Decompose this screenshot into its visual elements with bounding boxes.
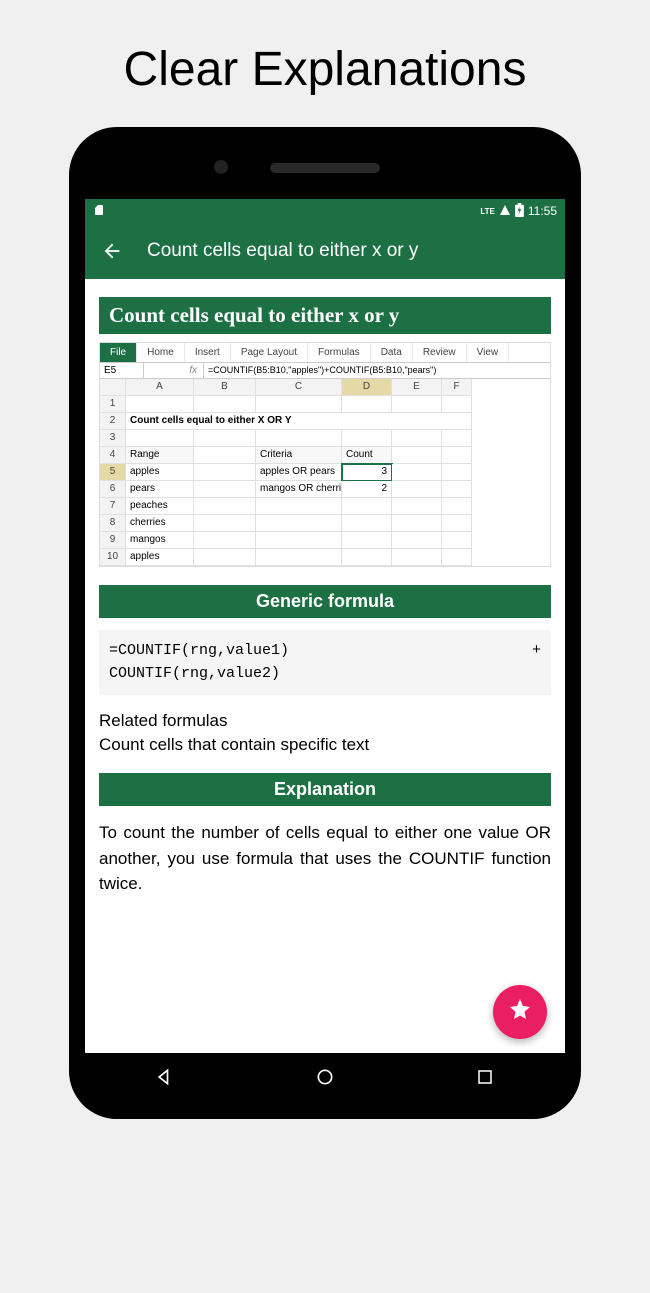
col-e: E — [392, 379, 442, 396]
row-1: 1 — [100, 396, 126, 413]
row-9: 9 — [100, 532, 126, 549]
count-0: 3 — [342, 464, 392, 481]
excel-screenshot: File Home Insert Page Layout Formulas Da… — [99, 342, 551, 567]
ribbon-tab-insert: Insert — [185, 343, 231, 362]
row-3: 3 — [100, 430, 126, 447]
corner-cell — [100, 379, 126, 396]
page-heading: Clear Explanations — [0, 0, 650, 127]
ribbon-tab-home: Home — [137, 343, 185, 362]
content-area[interactable]: Count cells equal to either x or y File … — [85, 279, 565, 1053]
row-10: 10 — [100, 549, 126, 566]
generic-formula-header: Generic formula — [99, 585, 551, 618]
criteria-header: Criteria — [256, 447, 342, 464]
sd-card-icon — [93, 204, 105, 219]
col-b: B — [194, 379, 256, 396]
code-line-1: =COUNTIF(rng,value1) — [109, 642, 289, 659]
ribbon-tabs: File Home Insert Page Layout Formulas Da… — [100, 343, 550, 362]
col-d: D — [342, 379, 392, 396]
status-bar: LTE 11:55 — [85, 199, 565, 223]
nav-home-button[interactable] — [313, 1065, 337, 1089]
battery-icon — [515, 203, 524, 220]
ribbon-tab-file: File — [100, 343, 137, 362]
phone-speaker — [270, 163, 380, 173]
phone-frame: LTE 11:55 Count cells equal to either x … — [69, 127, 581, 1119]
nav-back-button[interactable] — [153, 1065, 177, 1089]
sheet-caption: Count cells equal to either X OR Y — [126, 413, 472, 430]
app-bar: Count cells equal to either x or y — [85, 223, 565, 279]
fx-label: fx — [144, 363, 204, 378]
col-f: F — [442, 379, 472, 396]
ribbon-tab-formulas: Formulas — [308, 343, 371, 362]
range-header: Range — [126, 447, 194, 464]
formula-bar: E5 fx =COUNTIF(B5:B10,"apples")+COUNTIF(… — [100, 362, 550, 379]
range-val-0: apples — [126, 464, 194, 481]
ribbon-tab-data: Data — [371, 343, 413, 362]
row-2: 2 — [100, 413, 126, 430]
col-a: A — [126, 379, 194, 396]
count-header: Count — [342, 447, 392, 464]
related-link[interactable]: Count cells that contain specific text — [99, 735, 551, 755]
star-icon — [508, 997, 532, 1028]
code-block: =COUNTIF(rng,value1) COUNTIF(rng,value2)… — [99, 630, 551, 695]
explanation-header: Explanation — [99, 773, 551, 806]
range-val-4: mangos — [126, 532, 194, 549]
row-4: 4 — [100, 447, 126, 464]
spreadsheet-grid: A B C D E F 1 2 Count cells equal to eit… — [100, 379, 550, 566]
signal-icon — [499, 204, 511, 219]
code-plus: + — [532, 640, 541, 663]
row-8: 8 — [100, 515, 126, 532]
nav-recent-button[interactable] — [473, 1065, 497, 1089]
name-box: E5 — [100, 363, 144, 378]
ribbon-tab-review: Review — [413, 343, 467, 362]
criteria-0: apples OR pears — [256, 464, 342, 481]
ribbon-tab-layout: Page Layout — [231, 343, 308, 362]
range-val-2: peaches — [126, 498, 194, 515]
status-time: 11:55 — [528, 204, 557, 218]
explanation-text: To count the number of cells equal to ei… — [99, 820, 551, 897]
phone-camera — [214, 160, 228, 174]
fab-star-button[interactable] — [493, 985, 547, 1039]
formula-text: =COUNTIF(B5:B10,"apples")+COUNTIF(B5:B10… — [204, 363, 550, 378]
ribbon-tab-view: View — [467, 343, 510, 362]
count-1: 2 — [342, 481, 392, 498]
android-nav-bar — [85, 1053, 565, 1101]
app-bar-title: Count cells equal to either x or y — [147, 240, 418, 262]
code-line-2: COUNTIF(rng,value2) — [109, 665, 280, 682]
content-title: Count cells equal to either x or y — [99, 297, 551, 334]
range-val-1: pears — [126, 481, 194, 498]
row-7: 7 — [100, 498, 126, 515]
related-heading: Related formulas — [99, 711, 551, 731]
row-6: 6 — [100, 481, 126, 498]
col-c: C — [256, 379, 342, 396]
lte-indicator: LTE — [480, 207, 495, 216]
range-val-5: apples — [126, 549, 194, 566]
criteria-1: mangos OR cherries — [256, 481, 342, 498]
back-button[interactable] — [101, 240, 123, 262]
phone-screen: LTE 11:55 Count cells equal to either x … — [85, 199, 565, 1053]
row-5: 5 — [100, 464, 126, 481]
range-val-3: cherries — [126, 515, 194, 532]
